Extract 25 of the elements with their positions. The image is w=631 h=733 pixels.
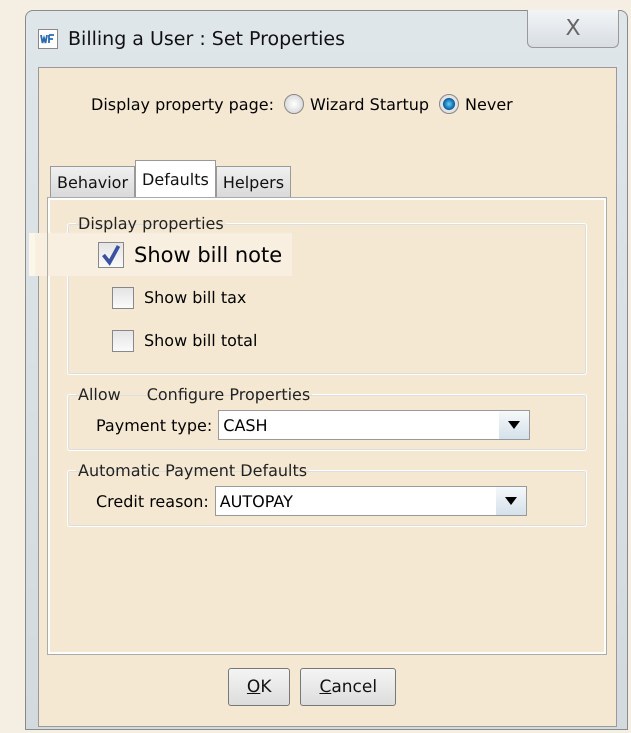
tab[interactable]: Defaults: [135, 160, 216, 198]
radio-option[interactable]: Never: [439, 94, 513, 114]
dropdown-field[interactable]: AUTOPAY: [214, 486, 527, 516]
dialog-button[interactable]: OK: [228, 668, 290, 706]
dialog-button[interactable]: Cancel: [300, 668, 396, 706]
caret-icon: [508, 421, 520, 429]
checkbox-option[interactable]: Show bill note: [29, 233, 292, 276]
close-button[interactable]: X: [527, 10, 619, 48]
group-title: Automatic Payment Defaults: [78, 461, 308, 480]
caret-icon: [504, 497, 517, 505]
checkbox-option[interactable]: Show bill tax: [76, 276, 578, 319]
dropdown-field[interactable]: CASH: [218, 410, 530, 440]
group-title: Configure Properties: [146, 385, 310, 404]
field-label: Credit reason:: [96, 492, 209, 510]
display-page-label: Display property page:: [91, 94, 274, 114]
radio-option[interactable]: Wizard Startup: [284, 94, 430, 114]
tab[interactable]: Behavior: [50, 166, 136, 198]
app-icon: [38, 29, 58, 49]
field-label: Payment type:: [96, 416, 212, 434]
group-title: Allow: [78, 385, 121, 404]
group-title: Display properties: [77, 214, 225, 233]
checkmark-icon: [99, 242, 123, 266]
tab[interactable]: Helpers: [216, 166, 292, 198]
checkbox-option[interactable]: Show bill total: [76, 319, 578, 362]
window-title: Billing a User : Set Properties: [68, 28, 346, 50]
